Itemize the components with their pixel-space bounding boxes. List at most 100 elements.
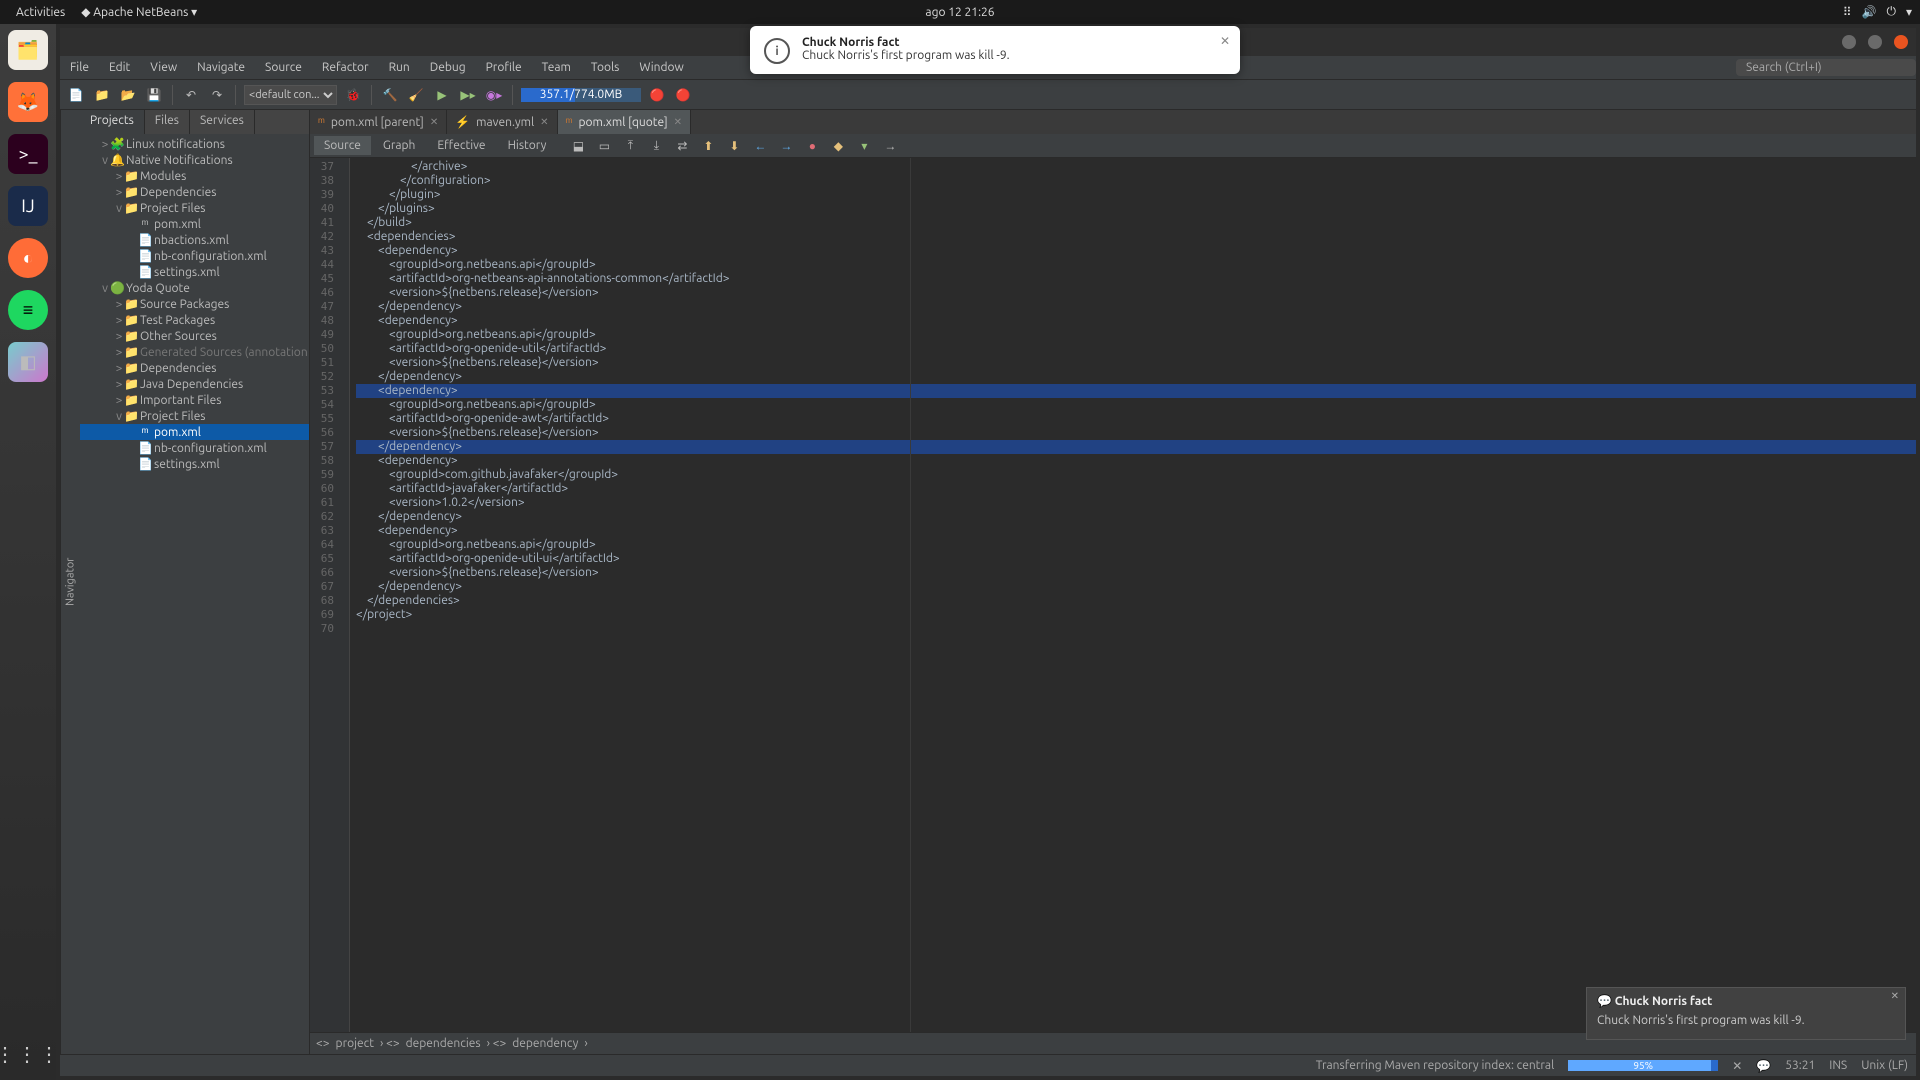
volume-icon[interactable]: 🔊 <box>1862 5 1877 19</box>
editor-tab[interactable]: ᵐpom.xml [quote]✕ <box>558 110 692 134</box>
tree-node[interactable]: v📁Project Files <box>80 200 309 216</box>
debug-icon[interactable]: ▶▸ <box>458 85 478 105</box>
menu-refactor[interactable]: Refactor <box>312 61 379 74</box>
menu-view[interactable]: View <box>140 61 187 74</box>
menu-profile[interactable]: Profile <box>476 61 532 74</box>
ed-icon[interactable]: → <box>880 136 900 156</box>
maximize-button[interactable] <box>1868 35 1882 49</box>
menu-navigate[interactable]: Navigate <box>187 61 255 74</box>
close-tab-icon[interactable]: ✕ <box>430 116 438 128</box>
run-icon[interactable]: ▶ <box>432 85 452 105</box>
profile-icon[interactable]: ◉▸ <box>484 85 504 105</box>
subtab-graph[interactable]: Graph <box>373 136 426 155</box>
tree-node[interactable]: >📁Source Packages <box>80 296 309 312</box>
dock-files[interactable]: 🗂️ <box>8 30 48 70</box>
projects-tab[interactable]: Projects <box>80 110 145 134</box>
tree-node[interactable]: v🟢Yoda Quote <box>80 280 309 296</box>
menu-file[interactable]: File <box>60 61 99 74</box>
tree-node[interactable]: ᵐpom.xml <box>80 216 309 232</box>
network-icon[interactable]: ⠿ <box>1843 5 1852 19</box>
tree-node[interactable]: >🧩Linux notifications <box>80 136 309 152</box>
subtab-source[interactable]: Source <box>314 136 371 155</box>
menu-run[interactable]: Run <box>379 61 420 74</box>
notifications-icon[interactable]: 💬 <box>1756 1059 1771 1073</box>
dock-intellij[interactable]: IJ <box>8 186 48 226</box>
bug-icon[interactable]: 🐞 <box>343 85 363 105</box>
open-icon[interactable]: 📂 <box>118 85 138 105</box>
editor-tab[interactable]: ⚡maven.yml✕ <box>447 110 557 134</box>
crumb[interactable]: project <box>336 1037 374 1050</box>
project-tree[interactable]: >🧩Linux notificationsv🔔Native Notificati… <box>80 134 309 1054</box>
files-tab[interactable]: Files <box>145 110 190 134</box>
cancel-task-icon[interactable]: ✕ <box>1732 1059 1742 1073</box>
dock-spotify[interactable]: ≡ <box>8 290 48 330</box>
system-notification[interactable]: i Chuck Norris fact Chuck Norris's first… <box>750 26 1240 74</box>
power-icon[interactable]: ⏻ <box>1886 5 1896 19</box>
crumb[interactable]: dependency <box>512 1037 578 1050</box>
tree-node[interactable]: >📁Java Dependencies <box>80 376 309 392</box>
tree-node[interactable]: >📁Dependencies <box>80 360 309 376</box>
ide-notif-close[interactable]: ✕ <box>1891 990 1899 1002</box>
dock-apps-grid[interactable]: ⋮⋮⋮ <box>0 1042 61 1066</box>
build-icon[interactable]: 🔨 <box>380 85 400 105</box>
menu-team[interactable]: Team <box>532 61 581 74</box>
tree-node[interactable]: >📁Other Sources <box>80 328 309 344</box>
editor-tab[interactable]: ᵐpom.xml [parent]✕ <box>310 110 447 134</box>
ed-icon[interactable]: ⬇ <box>724 136 744 156</box>
ed-icon[interactable]: → <box>776 136 796 156</box>
undo-icon[interactable]: ↶ <box>181 85 201 105</box>
redo-icon[interactable]: ↷ <box>207 85 227 105</box>
crumb[interactable]: dependencies <box>406 1037 481 1050</box>
app-menu[interactable]: ◆ Apache NetBeans ▾ <box>73 5 205 19</box>
dock-firefox[interactable]: 🦊 <box>8 82 48 122</box>
close-tab-icon[interactable]: ✕ <box>540 116 548 128</box>
global-search[interactable]: Search (Ctrl+I) <box>1736 59 1916 76</box>
memory-meter[interactable]: 357.1/774.0MB <box>521 88 641 102</box>
subtab-effective[interactable]: Effective <box>427 136 495 155</box>
tree-node[interactable]: >📁Dependencies <box>80 184 309 200</box>
tree-node[interactable]: v🔔Native Notifications <box>80 152 309 168</box>
run-config-select[interactable]: <default con... <box>244 85 337 105</box>
clean-build-icon[interactable]: 🧹 <box>406 85 426 105</box>
ed-icon[interactable]: ▾ <box>854 136 874 156</box>
notif-icon-2[interactable]: 🔴 <box>673 85 693 105</box>
sys-notif-close[interactable]: ✕ <box>1220 34 1230 48</box>
dock-terminal[interactable]: >_ <box>8 134 48 174</box>
caret-down-icon[interactable]: ▾ <box>1906 5 1912 19</box>
ed-icon[interactable]: ◆ <box>828 136 848 156</box>
subtab-history[interactable]: History <box>498 136 557 155</box>
tree-node[interactable]: >📁Generated Sources (annotation <box>80 344 309 360</box>
code-editor[interactable]: 37 38 39 40 41 42 43 44 45 46 47 48 49 5… <box>310 158 1916 1032</box>
save-all-icon[interactable]: 💾 <box>144 85 164 105</box>
ed-icon[interactable]: ● <box>802 136 822 156</box>
menu-debug[interactable]: Debug <box>420 61 476 74</box>
dock-cube[interactable]: ◧ <box>8 342 48 382</box>
tree-node[interactable]: >📁Modules <box>80 168 309 184</box>
new-project-icon[interactable]: 📁 <box>92 85 112 105</box>
ide-notification[interactable]: ✕ 💬 Chuck Norris fact Chuck Norris's fir… <box>1586 987 1906 1040</box>
activities-button[interactable]: Activities <box>8 6 73 19</box>
menu-tools[interactable]: Tools <box>581 61 630 74</box>
tree-node[interactable]: 📄settings.xml <box>80 456 309 472</box>
tree-node[interactable]: 📄settings.xml <box>80 264 309 280</box>
menu-edit[interactable]: Edit <box>99 61 140 74</box>
dock-postman[interactable]: ◐ <box>8 238 48 278</box>
menu-window[interactable]: Window <box>629 61 693 74</box>
tree-node[interactable]: v📁Project Files <box>80 408 309 424</box>
notif-icon-1[interactable]: 🔴 <box>647 85 667 105</box>
ed-icon[interactable]: ⤓ <box>646 136 666 156</box>
tree-node[interactable]: 📄nb-configuration.xml <box>80 440 309 456</box>
menu-source[interactable]: Source <box>255 61 312 74</box>
ed-icon[interactable]: ⇄ <box>672 136 692 156</box>
navigator-side-tab[interactable]: Navigator <box>60 110 80 1054</box>
tree-node[interactable]: 📄nb-configuration.xml <box>80 248 309 264</box>
ed-icon[interactable]: ← <box>750 136 770 156</box>
fold-gutter[interactable] <box>338 158 350 1032</box>
ed-icon[interactable]: ▭ <box>594 136 614 156</box>
close-tab-icon[interactable]: ✕ <box>674 116 682 128</box>
minimize-button[interactable] <box>1842 35 1856 49</box>
tree-node[interactable]: >📁Test Packages <box>80 312 309 328</box>
close-button[interactable] <box>1894 35 1908 49</box>
services-tab[interactable]: Services <box>190 110 255 134</box>
tree-node[interactable]: ᵐpom.xml <box>80 424 309 440</box>
